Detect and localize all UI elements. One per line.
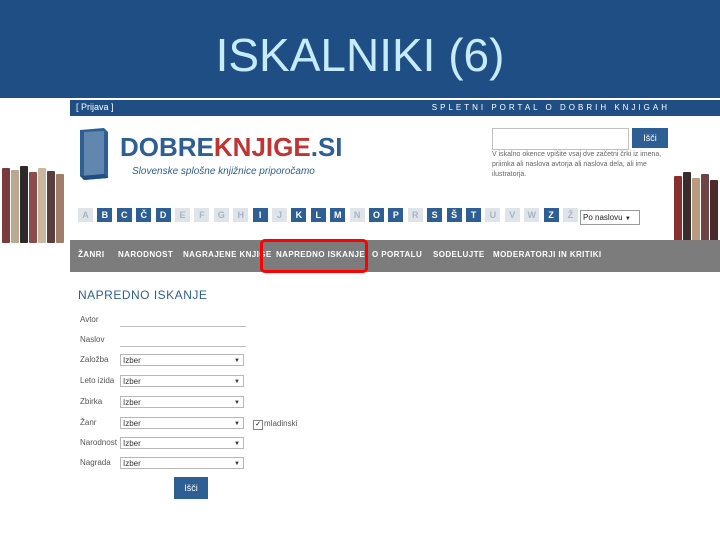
field-label: Žanr bbox=[80, 418, 97, 427]
book-spine-decoration bbox=[683, 172, 691, 243]
alphabet-letter[interactable]: B bbox=[97, 208, 113, 222]
top-bar: [ Prijava ] SPLETNI PORTAL O DOBRIH KNJI… bbox=[70, 100, 720, 116]
select-value: Izber bbox=[123, 398, 141, 407]
submit-button[interactable]: Išči bbox=[174, 477, 208, 499]
field-label: Nagrada bbox=[80, 458, 111, 467]
alphabet-letter[interactable]: V bbox=[504, 208, 520, 222]
alphabet-letter[interactable]: E bbox=[175, 208, 190, 222]
logo-subtitle: Slovenske splošne knjižnice priporočamo bbox=[132, 166, 315, 177]
chevron-down-icon: ▼ bbox=[234, 461, 240, 467]
alphabet-letter[interactable]: A bbox=[78, 208, 93, 222]
chevron-down-icon: ▼ bbox=[234, 379, 240, 385]
alphabet-letter[interactable]: H bbox=[233, 208, 249, 222]
book-spine-decoration bbox=[2, 168, 10, 243]
book-spine-decoration bbox=[47, 171, 55, 243]
book-spine-decoration bbox=[674, 176, 682, 243]
alphabet-letter[interactable]: Š bbox=[446, 208, 462, 222]
nav-item[interactable]: NARODNOST bbox=[118, 250, 173, 259]
youth-checkbox[interactable]: ✓ bbox=[253, 420, 263, 430]
highlight-frame bbox=[260, 239, 368, 273]
search-input[interactable] bbox=[492, 128, 629, 150]
alphabet-letter[interactable]: Z bbox=[543, 208, 559, 222]
alphabet-letter[interactable]: U bbox=[485, 208, 501, 222]
login-link[interactable]: [ Prijava ] bbox=[76, 102, 114, 112]
logo-word-si: .SI bbox=[310, 132, 343, 162]
select-field[interactable]: Izber ▼ bbox=[120, 457, 244, 469]
field-label: Naslov bbox=[80, 335, 105, 344]
chevron-down-icon: ▼ bbox=[234, 421, 240, 427]
alphabet-letter[interactable]: T bbox=[466, 208, 481, 222]
sort-select[interactable]: Po naslovu ▼ bbox=[580, 210, 640, 225]
slide-title: ISKALNIKI (6) bbox=[215, 29, 505, 81]
right-decoration bbox=[670, 98, 720, 540]
book-spine-decoration bbox=[20, 166, 28, 243]
left-decoration bbox=[0, 98, 70, 540]
alphabet-letter[interactable]: W bbox=[524, 208, 540, 222]
site-logo[interactable]: DOBREKNJIGE.SI Slovenske splošne knjižni… bbox=[76, 122, 356, 187]
alphabet-letter[interactable]: Ž bbox=[563, 208, 578, 222]
chevron-down-icon: ▼ bbox=[234, 400, 240, 406]
field-label: Avtor bbox=[80, 315, 99, 324]
nav-item[interactable]: MODERATORJI IN KRITIKI bbox=[493, 250, 602, 259]
main-nav: ŽANRI NARODNOST NAGRAJENE KNJIGE NAPREDNO I… bbox=[70, 240, 720, 272]
chevron-down-icon: ▼ bbox=[234, 358, 240, 364]
select-value: Izber bbox=[123, 459, 141, 468]
select-value: Izber bbox=[123, 377, 141, 386]
alphabet-letter[interactable]: I bbox=[252, 208, 268, 222]
select-value: Izber bbox=[123, 356, 141, 365]
alphabet-letter[interactable]: M bbox=[330, 208, 346, 222]
field-label: Založba bbox=[80, 355, 109, 364]
alphabet-letter[interactable]: D bbox=[155, 208, 171, 222]
select-field[interactable]: Izber ▼ bbox=[120, 437, 244, 449]
alphabet-letter[interactable]: K bbox=[291, 208, 307, 222]
youth-checkbox-label: mladinski bbox=[264, 419, 298, 428]
alphabet-letter[interactable]: C bbox=[116, 208, 132, 222]
field-label: Leto izida bbox=[80, 376, 115, 385]
search-help-text: V iskalno okence vpišite vsaj dve začetn… bbox=[492, 151, 662, 178]
field-label: Narodnost bbox=[80, 438, 117, 447]
nav-item[interactable]: O PORTALU bbox=[372, 250, 422, 259]
book-spine-decoration bbox=[692, 178, 700, 243]
text-field[interactable] bbox=[120, 314, 246, 327]
portal-tagline: SPLETNI PORTAL O DOBRIH KNJIGAH bbox=[431, 103, 670, 112]
text-field[interactable] bbox=[120, 334, 246, 347]
alphabet-letter[interactable]: N bbox=[349, 208, 365, 222]
select-value: Izber bbox=[123, 419, 141, 428]
select-field[interactable]: Izber ▼ bbox=[120, 354, 244, 366]
select-field[interactable]: Izber ▼ bbox=[120, 375, 244, 387]
select-value: Izber bbox=[123, 439, 141, 448]
alphabet-letter[interactable]: F bbox=[194, 208, 210, 222]
chevron-down-icon: ▼ bbox=[234, 441, 240, 447]
alphabet-letter[interactable]: R bbox=[407, 208, 423, 222]
logo-wordmark: DOBREKNJIGE.SI bbox=[120, 132, 343, 163]
alphabet-letter[interactable]: P bbox=[388, 208, 404, 222]
book-logo-icon bbox=[80, 128, 108, 180]
book-spine-decoration bbox=[710, 180, 718, 243]
book-spine-decoration bbox=[11, 170, 19, 243]
chevron-down-icon: ▼ bbox=[624, 216, 631, 222]
book-spine-decoration bbox=[29, 172, 37, 243]
select-field[interactable]: Izber ▼ bbox=[120, 417, 244, 429]
nav-item[interactable]: ŽANRI bbox=[78, 250, 104, 259]
alphabet-letter[interactable]: G bbox=[213, 208, 229, 222]
form-title: NAPREDNO ISKANJE bbox=[78, 288, 208, 302]
logo-word-dobre: DOBRE bbox=[120, 132, 214, 162]
alphabet-letter[interactable]: Č bbox=[136, 208, 152, 222]
website-screenshot: [ Prijava ] SPLETNI PORTAL O DOBRIH KNJI… bbox=[0, 98, 720, 540]
alphabet-letter[interactable]: S bbox=[427, 208, 443, 222]
alphabet-letter[interactable]: J bbox=[272, 208, 287, 222]
book-spine-decoration bbox=[38, 168, 46, 243]
search-button[interactable]: Išči bbox=[632, 128, 668, 148]
nav-item[interactable]: SODELUJTE bbox=[433, 250, 485, 259]
sort-select-value: Po naslovu bbox=[583, 213, 623, 222]
book-spine-decoration bbox=[701, 174, 709, 243]
alphabet-letter[interactable]: L bbox=[310, 208, 326, 222]
select-field[interactable]: Izber ▼ bbox=[120, 396, 244, 408]
field-label: Zbirka bbox=[80, 397, 103, 406]
nav-item[interactable]: NAGRAJENE KNJIGE bbox=[183, 250, 272, 259]
alphabet-letter[interactable]: O bbox=[369, 208, 384, 222]
logo-word-knjige: KNJIGE bbox=[213, 132, 311, 162]
book-spine-decoration bbox=[56, 174, 64, 243]
